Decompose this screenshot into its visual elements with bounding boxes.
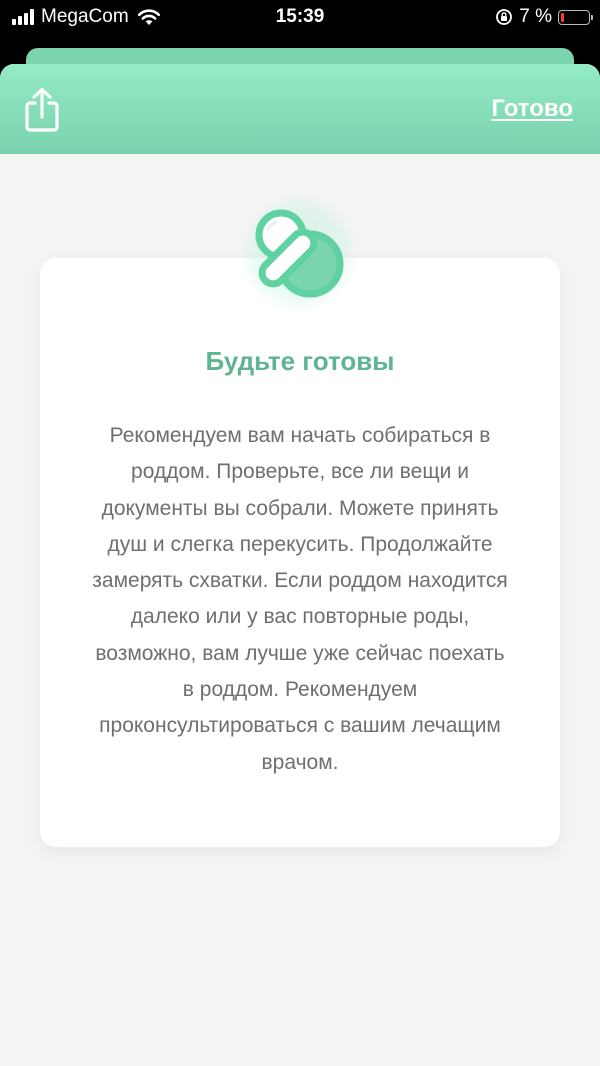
battery-level — [561, 12, 564, 22]
share-icon[interactable] — [22, 86, 62, 134]
battery-percent: 7 % — [519, 6, 552, 27]
status-right: 7 % — [495, 6, 593, 28]
pacifier-icon — [240, 194, 358, 312]
modal-sheet: Готово Будьте готовы Рекомендуем вам нач… — [0, 64, 600, 1066]
sheet-header: Готово — [0, 64, 600, 154]
status-bar: MegaCom 15:39 7 % — [0, 0, 600, 34]
rotation-lock-icon — [496, 9, 513, 25]
card-title: Будьте готовы — [205, 346, 395, 376]
card-text: Рекомендуем вам начать собираться в родд… — [92, 424, 508, 774]
info-card: Будьте готовы Рекомендуем вам начать соб… — [40, 258, 560, 847]
battery-icon — [558, 9, 593, 25]
done-button[interactable]: Готово — [491, 95, 573, 123]
